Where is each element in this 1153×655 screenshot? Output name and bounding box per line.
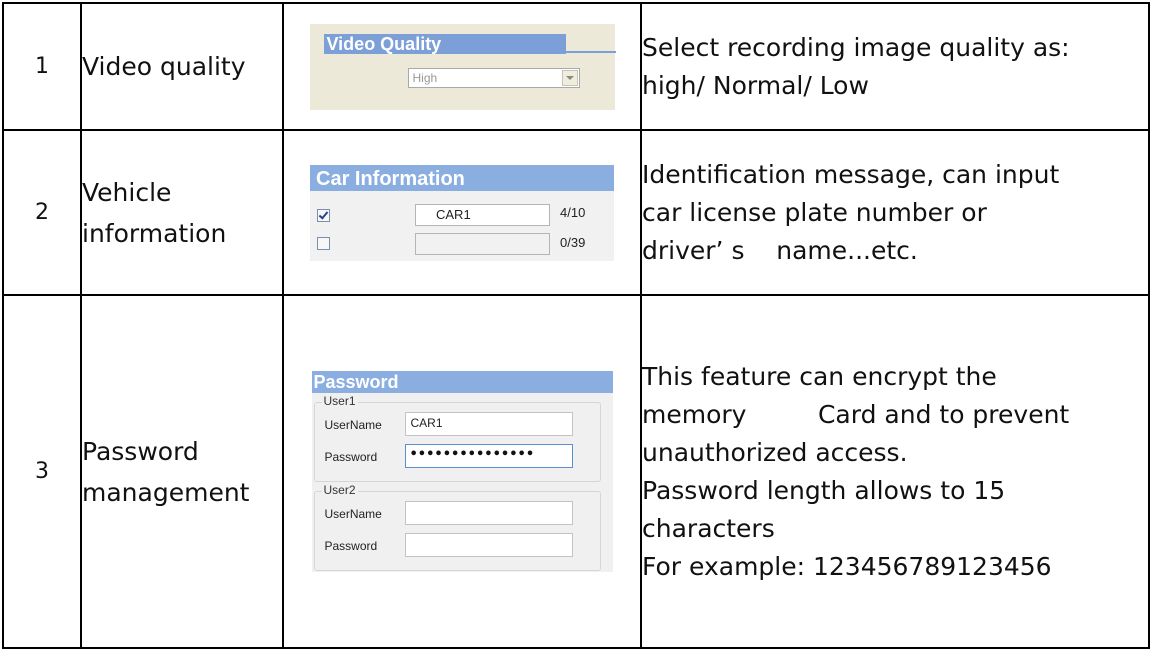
feature-name-line: management <box>82 477 250 507</box>
description-line: Identification message, can input <box>642 159 1060 189</box>
screenshot-cell: Car Information CAR1 4/10 0/39 <box>282 129 642 296</box>
description-line: unauthorized access. <box>642 437 908 467</box>
screenshot-cell: Video Quality High <box>282 2 642 131</box>
description-line: driver’ s name...etc. <box>642 235 918 265</box>
description-line: car license plate number or <box>642 197 987 227</box>
panel-header: Video Quality <box>323 33 616 54</box>
video-quality-panel: Video Quality High <box>309 23 616 110</box>
table-row: 3 Password management Password User1 Use… <box>2 294 1150 649</box>
description: This feature can encrypt the memory Card… <box>640 294 1150 649</box>
panel-header: Car Information <box>310 164 614 191</box>
password-label: Password <box>324 539 378 553</box>
user1-username-input[interactable]: CAR1 <box>404 412 573 436</box>
description: Identification message, can input car li… <box>640 129 1150 296</box>
table-row: 2 Vehicle information Car Information CA… <box>2 129 1150 296</box>
char-count: 4/10 <box>560 204 586 220</box>
description-line: memory Card and to prevent <box>642 399 1070 429</box>
input-value: CAR1 <box>410 416 443 430</box>
description-line: characters <box>642 513 775 543</box>
row-number: 2 <box>2 129 82 296</box>
row-number: 1 <box>2 2 82 131</box>
user2-password-input[interactable] <box>404 533 573 557</box>
feature-name-line: Password <box>82 436 199 466</box>
field-value: CAR1 <box>436 206 471 222</box>
spec-table: 1 Video quality Video Quality High Selec… <box>2 2 1150 649</box>
car-info-checkbox-2[interactable] <box>317 236 330 250</box>
password-mask: ••••••••••••••• <box>409 447 535 462</box>
description-line: This feature can encrypt the <box>642 361 997 391</box>
group-legend: User2 <box>321 483 358 497</box>
user1-password-input[interactable]: ••••••••••••••• <box>404 444 573 468</box>
user1-group: User1 UserName CAR1 Password •••••••••••… <box>313 394 601 482</box>
table-row: 1 Video quality Video Quality High Selec… <box>2 2 1150 131</box>
car-information-panel: Car Information CAR1 4/10 0/39 <box>310 164 614 261</box>
select-value: High <box>412 70 438 85</box>
row-number: 3 <box>2 294 82 649</box>
password-panel: Password User1 UserName CAR1 Password ••… <box>311 371 613 572</box>
video-quality-select[interactable]: High <box>407 67 580 88</box>
feature-name: Video quality <box>80 2 284 131</box>
feature-name-line: information <box>82 218 227 248</box>
screenshot-cell: Password User1 UserName CAR1 Password ••… <box>282 294 642 649</box>
feature-name-line: Video quality <box>82 52 246 81</box>
feature-name: Vehicle information <box>80 129 284 296</box>
feature-name-line: Vehicle <box>82 177 172 207</box>
description-line: For example: 123456789123456 <box>642 551 1052 581</box>
car-info-checkbox-1[interactable] <box>317 208 330 222</box>
car-info-field-2[interactable] <box>415 232 550 255</box>
description-line: Select recording image quality as: <box>642 32 1070 62</box>
panel-title: Password <box>313 372 399 392</box>
panel-title: Video Quality <box>326 33 442 54</box>
user2-username-input[interactable] <box>404 501 573 525</box>
password-label: Password <box>324 450 378 464</box>
feature-name: Password management <box>80 294 284 649</box>
description-line: Password length allows to 15 <box>642 475 1006 505</box>
username-label: UserName <box>324 507 382 521</box>
username-label: UserName <box>324 418 382 432</box>
char-count: 0/39 <box>560 234 586 250</box>
panel-header: Password <box>311 371 613 393</box>
description-line: high/ Normal/ Low <box>642 70 869 100</box>
panel-title: Car Information <box>316 167 465 190</box>
group-legend: User1 <box>321 394 358 408</box>
user2-group: User2 UserName Password <box>313 483 601 571</box>
dropdown-arrow-icon[interactable] <box>561 69 578 86</box>
car-info-field-1[interactable]: CAR1 <box>415 203 550 226</box>
description: Select recording image quality as: high/… <box>640 2 1150 131</box>
